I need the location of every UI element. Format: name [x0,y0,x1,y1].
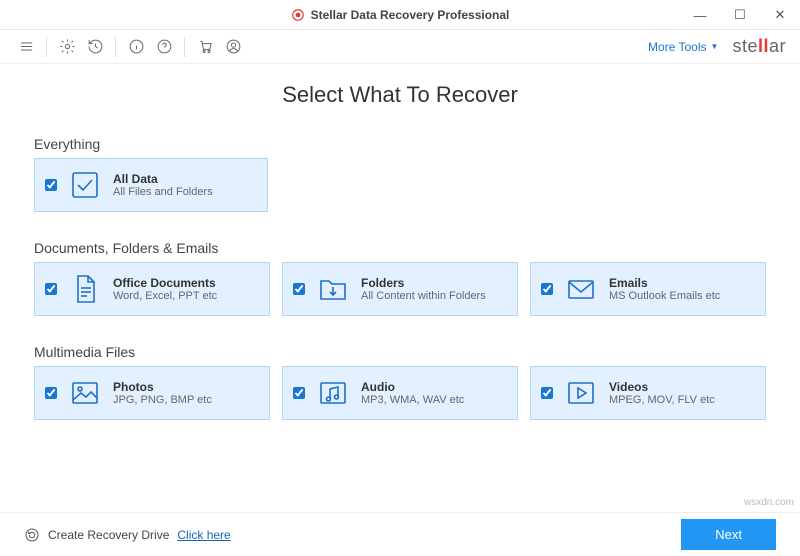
next-button[interactable]: Next [681,519,776,550]
card-audio[interactable]: Audio MP3, WMA, WAV etc [282,366,518,420]
gear-icon[interactable] [55,35,79,59]
card-title: Videos [609,380,715,394]
maximize-button[interactable]: ☐ [720,0,760,30]
card-subtitle: MP3, WMA, WAV etc [361,394,464,406]
section-label: Multimedia Files [34,344,766,360]
card-subtitle: Word, Excel, PPT etc [113,290,217,302]
user-icon[interactable] [221,35,245,59]
menu-icon[interactable] [14,35,38,59]
window-controls: — ☐ ✕ [680,0,800,30]
main-content: Select What To Recover Everything All Da… [0,82,800,420]
card-subtitle: MPEG, MOV, FLV etc [609,394,715,406]
chevron-down-icon: ▼ [711,42,719,51]
click-here-link[interactable]: Click here [177,528,230,542]
toolbar: More Tools ▼ stellar [0,30,800,64]
card-title: Audio [361,380,464,394]
minimize-button[interactable]: — [680,0,720,30]
card-subtitle: All Files and Folders [113,186,213,198]
card-folders[interactable]: Folders All Content within Folders [282,262,518,316]
mail-icon [563,271,599,307]
check-icon [67,167,103,203]
card-title: Office Documents [113,276,217,290]
folder-download-icon [315,271,351,307]
checkbox-office-documents[interactable] [45,283,57,295]
more-tools-dropdown[interactable]: More Tools ▼ [648,40,718,54]
card-title: All Data [113,172,213,186]
section-multimedia: Multimedia Files Photos JPG, PNG, BMP et… [34,344,766,420]
card-office-documents[interactable]: Office Documents Word, Excel, PPT etc [34,262,270,316]
footer: Create Recovery Drive Click here Next [0,512,800,556]
cart-icon[interactable] [193,35,217,59]
separator [115,37,116,57]
card-title: Folders [361,276,486,290]
card-videos[interactable]: Videos MPEG, MOV, FLV etc [530,366,766,420]
page-title: Select What To Recover [34,82,766,108]
section-label: Documents, Folders & Emails [34,240,766,256]
document-icon [67,271,103,307]
checkbox-audio[interactable] [293,387,305,399]
checkbox-photos[interactable] [45,387,57,399]
more-tools-label: More Tools [648,40,706,54]
separator [184,37,185,57]
card-title: Emails [609,276,720,290]
checkbox-emails[interactable] [541,283,553,295]
card-emails[interactable]: Emails MS Outlook Emails etc [530,262,766,316]
checkbox-folders[interactable] [293,283,305,295]
app-logo-icon [291,8,305,22]
checkbox-all-data[interactable] [45,179,57,191]
card-subtitle: MS Outlook Emails etc [609,290,720,302]
card-all-data[interactable]: All Data All Files and Folders [34,158,268,212]
separator [46,37,47,57]
photo-icon [67,375,103,411]
video-icon [563,375,599,411]
section-documents: Documents, Folders & Emails Office Docum… [34,240,766,316]
section-label: Everything [34,136,766,152]
card-subtitle: JPG, PNG, BMP etc [113,394,212,406]
checkbox-videos[interactable] [541,387,553,399]
history-icon[interactable] [83,35,107,59]
info-icon[interactable] [124,35,148,59]
watermark: wsxdn.com [744,497,794,508]
window-title: Stellar Data Recovery Professional [291,8,510,22]
section-everything: Everything All Data All Files and Folder… [34,136,766,212]
audio-icon [315,375,351,411]
help-icon[interactable] [152,35,176,59]
recovery-drive-label: Create Recovery Drive [48,528,169,542]
recovery-drive-icon [24,527,40,543]
close-button[interactable]: ✕ [760,0,800,30]
brand-logo: stellar [732,36,786,57]
card-photos[interactable]: Photos JPG, PNG, BMP etc [34,366,270,420]
window-title-text: Stellar Data Recovery Professional [311,8,510,22]
window-titlebar: Stellar Data Recovery Professional — ☐ ✕ [0,0,800,30]
card-subtitle: All Content within Folders [361,290,486,302]
card-title: Photos [113,380,212,394]
